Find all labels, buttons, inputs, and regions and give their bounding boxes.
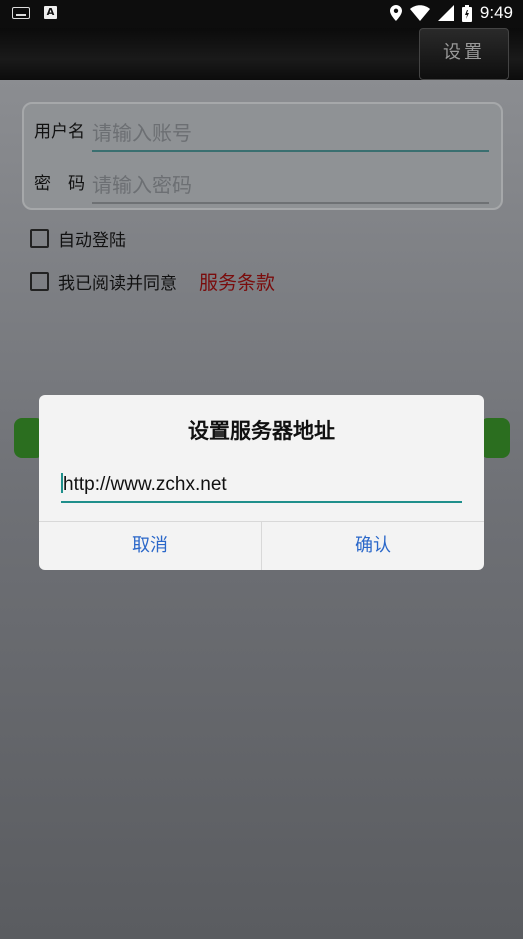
auto-login-option[interactable]: 自动登陆 <box>30 226 126 251</box>
login-form-card: 用户名 请输入账号 密 码 请输入密码 <box>22 102 503 210</box>
password-label: 密 码 <box>34 174 85 194</box>
password-row: 密 码 请输入密码 <box>34 164 489 204</box>
username-label: 用户名 <box>34 122 85 142</box>
server-address-dialog: 设置服务器地址 http://www.zchx.net 取消 确认 <box>39 395 484 570</box>
cancel-button[interactable]: 取消 <box>39 522 262 570</box>
location-icon <box>389 5 402 21</box>
agree-terms-option[interactable]: 我已阅读并同意 服务条款 <box>30 268 275 295</box>
server-url-value: http://www.zchx.net <box>63 474 227 495</box>
app-toolbar: 设置 <box>0 28 523 80</box>
username-input[interactable]: 请输入账号 <box>92 117 489 152</box>
username-row: 用户名 请输入账号 <box>34 112 489 152</box>
auto-login-label: 自动登陆 <box>58 231 126 251</box>
auto-login-checkbox[interactable] <box>30 229 49 248</box>
dialog-actions: 取消 确认 <box>39 521 484 570</box>
server-url-input[interactable]: http://www.zchx.net <box>61 473 462 503</box>
terms-link[interactable]: 服务条款 <box>199 268 275 295</box>
agree-terms-checkbox[interactable] <box>30 272 49 291</box>
keyboard-icon <box>12 6 30 19</box>
text-a-icon: A <box>44 6 57 19</box>
agree-terms-label: 我已阅读并同意 <box>58 274 177 294</box>
clock: 9:49 <box>479 3 513 22</box>
battery-icon <box>461 4 472 22</box>
settings-button[interactable]: 设置 <box>419 28 509 80</box>
password-input[interactable]: 请输入密码 <box>92 169 489 204</box>
dialog-title: 设置服务器地址 <box>188 419 335 443</box>
wifi-icon <box>409 5 430 21</box>
confirm-button[interactable]: 确认 <box>262 522 484 570</box>
status-bar: A 9:49 <box>0 0 523 28</box>
login-button-right-edge[interactable] <box>480 418 510 458</box>
signal-icon <box>437 5 454 21</box>
